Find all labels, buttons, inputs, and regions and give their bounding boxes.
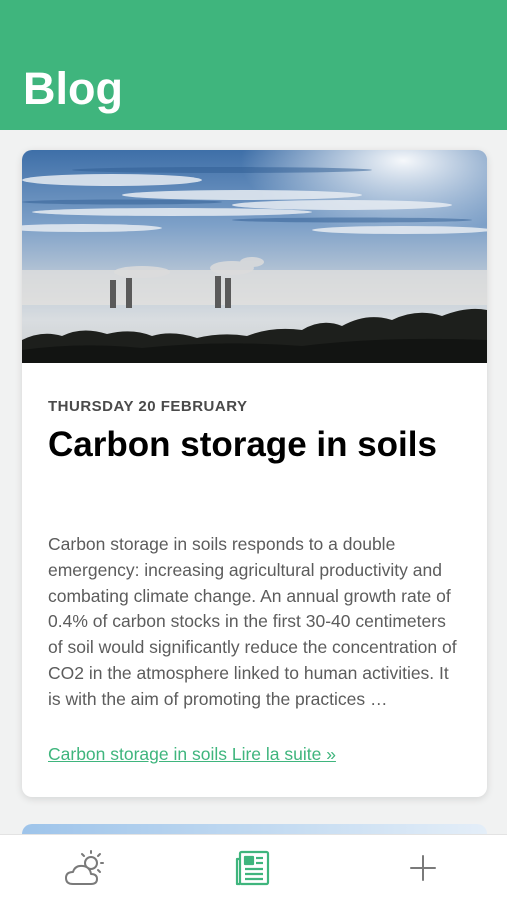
weather-cloud-sun-icon xyxy=(65,850,104,885)
post-excerpt: Carbon storage in soils responds to a do… xyxy=(48,534,457,709)
page-title: Blog xyxy=(23,63,123,114)
blog-post-card[interactable]: THURSDAY 20 FEBRUARY Carbon storage in s… xyxy=(22,150,487,797)
newspaper-icon xyxy=(235,850,270,886)
post-date: THURSDAY 20 FEBRUARY xyxy=(48,398,248,415)
bottom-tab-bar xyxy=(0,834,507,900)
post-image xyxy=(22,150,487,363)
tab-news[interactable] xyxy=(214,835,294,900)
plus-icon xyxy=(410,855,436,881)
post-title: Carbon storage in soils xyxy=(48,425,437,464)
tab-add[interactable] xyxy=(383,835,463,900)
read-more-link[interactable]: Carbon storage in soils Lire la suite » xyxy=(48,742,336,766)
tab-weather[interactable] xyxy=(45,835,125,900)
app-header: Blog xyxy=(0,0,507,130)
